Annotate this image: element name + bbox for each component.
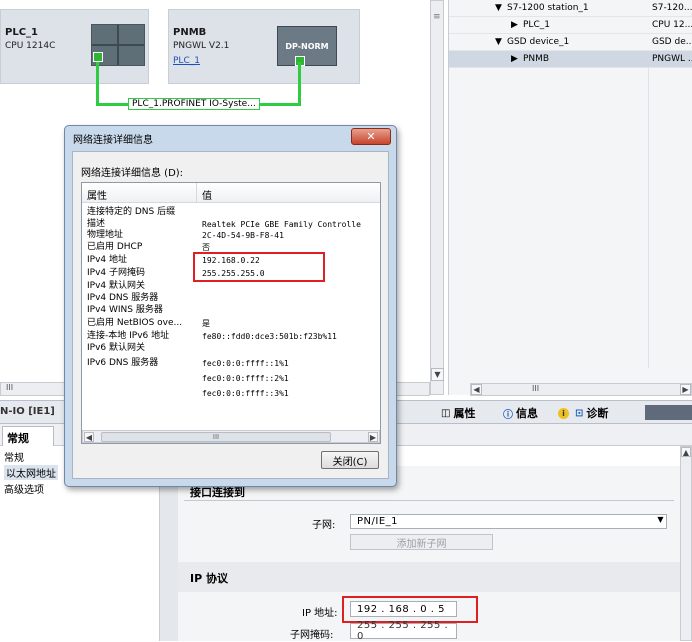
- add-subnet-button[interactable]: 添加新子网: [350, 534, 493, 550]
- ip-section-header: [178, 562, 680, 592]
- dialog-title: 网络连接详细信息: [73, 135, 153, 146]
- warning-icon: i: [558, 407, 569, 419]
- tree-horizontal-scrollbar[interactable]: [470, 383, 692, 396]
- profinet-system-label[interactable]: PLC_1.PROFINET IO-Syste...: [128, 98, 260, 110]
- scroll-thumb[interactable]: III: [101, 432, 331, 442]
- list-row[interactable]: fec0:0:0:ffff::3%1: [82, 388, 380, 400]
- profinet-port-icon[interactable]: [93, 52, 103, 62]
- col-property[interactable]: 属性: [87, 187, 107, 202]
- scroll-right-icon[interactable]: ▶: [368, 432, 378, 442]
- network-line[interactable]: [298, 62, 301, 106]
- list-row[interactable]: IPv4 默认网关: [82, 281, 380, 293]
- list-row[interactable]: IPv4 DNS 服务器: [82, 293, 380, 305]
- list-horizontal-scrollbar[interactable]: ◀ III ▶: [82, 430, 380, 443]
- list-row[interactable]: IPv6 默认网关: [82, 343, 380, 355]
- list-row[interactable]: IPv4 WINS 服务器: [82, 305, 380, 317]
- info-icon: ⓘ: [503, 409, 513, 421]
- list-row[interactable]: 连接-本地 IPv6 地址 fe80::fdd0:dce3:501b:f23b%1…: [82, 331, 380, 343]
- tree-row[interactable]: ▼ GSD device_1 GSD de...: [449, 34, 692, 51]
- tree-item-type: GSD de...: [652, 37, 692, 47]
- tree-row[interactable]: ▶ PNMB PNGWL ...: [449, 51, 692, 68]
- list-row[interactable]: 物理地址 2C-4D-54-9B-F8-41: [82, 230, 380, 242]
- ip-section-title: IP 协议: [190, 572, 228, 585]
- list-row[interactable]: 连接特定的 DNS 后缀: [82, 207, 380, 219]
- dp-module: DP-NORM: [277, 26, 337, 66]
- dialog-body: 网络连接详细信息 (D): 属性 值 连接特定的 DNS 后缀 描述 Realte…: [72, 151, 389, 479]
- close-button[interactable]: 关闭(C): [321, 451, 379, 469]
- inspector-title: N-IO [IE1]: [0, 406, 55, 417]
- properties-icon: ◫: [441, 407, 451, 419]
- tab-properties[interactable]: ◫ 属性: [438, 404, 478, 422]
- scroll-left-icon[interactable]: ◀: [84, 432, 94, 442]
- property-vertical-scrollbar[interactable]: [680, 446, 692, 641]
- tree-grid: [449, 68, 692, 368]
- list-header: 属性 值: [82, 183, 380, 203]
- list-row[interactable]: fec0:0:0:ffff::2%1: [82, 373, 380, 385]
- scroll-right-icon[interactable]: ▶: [680, 384, 691, 395]
- device-tree-panel: ▼ S7-1200 station_1 S7-120... ▶ PLC_1 CP…: [448, 0, 692, 395]
- subnet-select[interactable]: PN/IE_1 ▼: [350, 514, 667, 529]
- tree-arrow-icon[interactable]: ▶: [511, 17, 518, 34]
- list-row[interactable]: IPv6 DNS 服务器 fec0:0:0:ffff::1%1: [82, 358, 380, 370]
- tree-item-type: S7-120...: [652, 3, 692, 13]
- chevron-down-icon[interactable]: ▼: [657, 515, 664, 524]
- plc-name: PLC_1: [5, 27, 38, 38]
- subnet-mask-input[interactable]: 255 . 255 . 255 . 0: [350, 620, 457, 642]
- tab-diagnostics[interactable]: ⊡ 诊断: [572, 404, 611, 422]
- scroll-thumb-grip: III: [532, 384, 540, 393]
- pnmb-device[interactable]: PNMB PNGWL V2.1 PLC_1 DP-NORM: [168, 9, 360, 84]
- close-icon: ✕: [366, 130, 376, 143]
- col-divider[interactable]: [196, 183, 197, 203]
- tree-item-name: S7-1200 station_1: [507, 3, 589, 13]
- nav-general[interactable]: 常规: [4, 449, 24, 464]
- tree-item-type: CPU 12...: [652, 20, 692, 30]
- scroll-thumb-grip: III: [6, 383, 14, 392]
- scroll-up-icon[interactable]: ▲: [681, 447, 691, 457]
- ip-address-label: IP 地址:: [302, 608, 338, 619]
- nav-advanced-options[interactable]: 高级选项: [4, 481, 44, 496]
- tree-row[interactable]: ▼ S7-1200 station_1 S7-120...: [449, 0, 692, 17]
- network-vertical-scrollbar[interactable]: [430, 0, 444, 395]
- window-controls[interactable]: [645, 405, 692, 420]
- list-row[interactable]: 已启用 NetBIOS ove... 是: [82, 318, 380, 330]
- tree-item-name: PNMB: [523, 54, 550, 64]
- tree-arrow-icon[interactable]: ▶: [511, 51, 518, 68]
- network-line[interactable]: [96, 62, 99, 104]
- property-content: 接口连接到 子网: PN/IE_1 ▼ 添加新子网 IP 协议 IP 地址: 1…: [178, 466, 680, 642]
- diagnostics-icon: ⊡: [575, 407, 584, 419]
- scroll-left-icon[interactable]: ◀: [471, 384, 482, 395]
- subnet-mask-label: 子网掩码:: [290, 630, 334, 641]
- tree-item-type: PNGWL ...: [652, 54, 692, 64]
- list-row[interactable]: 描述 Realtek PCIe GBE Family Controlle: [82, 219, 380, 231]
- highlight-box: [342, 596, 478, 623]
- grip-icon: ≡: [433, 12, 441, 22]
- tree-row[interactable]: ▶ PLC_1 CPU 12...: [449, 17, 692, 34]
- network-details-dialog: 网络连接详细信息 ✕ 网络连接详细信息 (D): 属性 值 连接特定的 DNS …: [64, 125, 397, 487]
- pnmb-name: PNMB: [173, 27, 207, 38]
- col-value[interactable]: 值: [202, 187, 212, 202]
- tab-info[interactable]: ⓘ 信息: [500, 404, 541, 422]
- tab-general[interactable]: 常规: [2, 426, 54, 446]
- tree-arrow-icon[interactable]: ▼: [495, 34, 502, 51]
- tree-item-name: PLC_1: [523, 20, 550, 30]
- tree-arrow-icon[interactable]: ▼: [495, 0, 502, 17]
- divider: [184, 500, 674, 501]
- tree-item-name: GSD device_1: [507, 37, 570, 47]
- pnmb-controller-link[interactable]: PLC_1: [173, 56, 200, 66]
- scroll-down-icon[interactable]: ▼: [431, 368, 444, 381]
- plc-device[interactable]: PLC_1 CPU 1214C: [0, 9, 149, 84]
- nav-ethernet-address[interactable]: 以太网地址: [4, 465, 58, 480]
- pnmb-type: PNGWL V2.1: [173, 41, 230, 51]
- highlight-box: [193, 252, 325, 282]
- plc-type: CPU 1214C: [5, 41, 56, 51]
- details-list[interactable]: 属性 值 连接特定的 DNS 后缀 描述 Realtek PCIe GBE Fam…: [81, 182, 381, 444]
- dialog-close-button[interactable]: ✕: [351, 128, 391, 145]
- info-badge[interactable]: i: [555, 404, 572, 422]
- subnet-label: 子网:: [312, 520, 336, 531]
- list-label: 网络连接详细信息 (D):: [81, 168, 184, 179]
